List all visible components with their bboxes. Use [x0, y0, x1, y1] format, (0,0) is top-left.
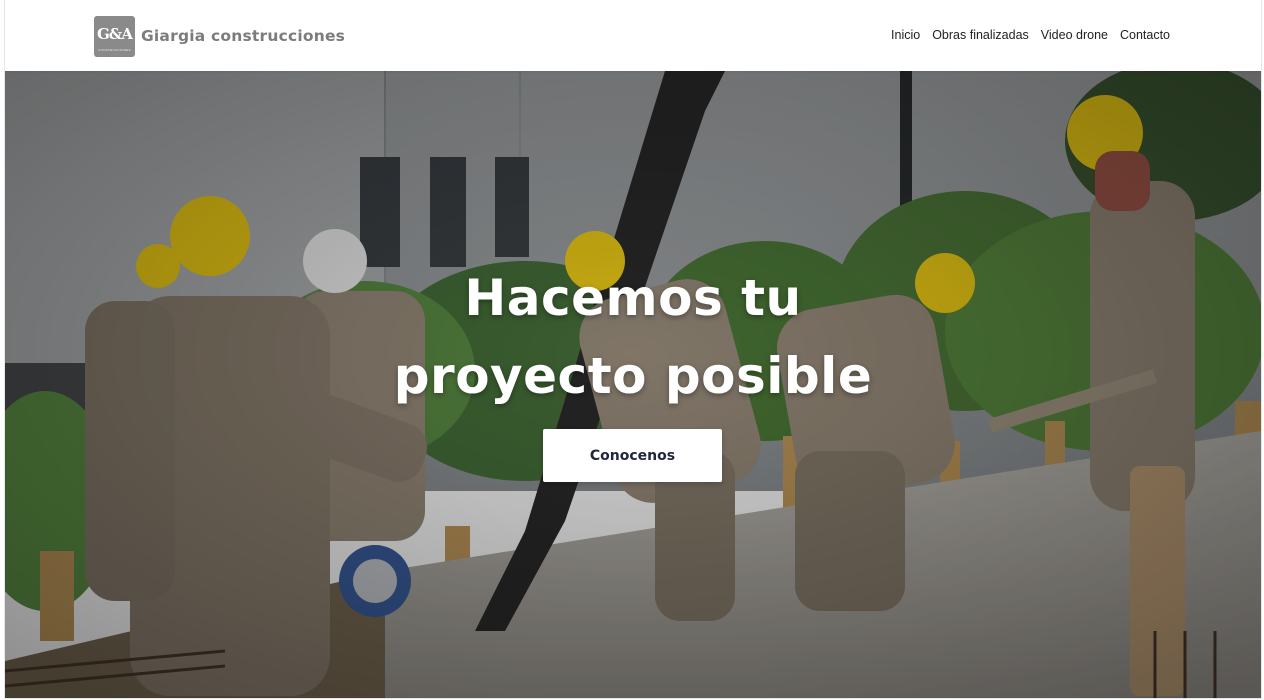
nav-obras-finalizadas[interactable]: Obras finalizadas [932, 26, 1029, 44]
hero-title: Hacemos tu proyecto posible [5, 259, 1261, 415]
logo: G&A CONSTRUCCIONES [94, 15, 135, 57]
nav-contacto[interactable]: Contacto [1120, 26, 1170, 44]
conocenos-button[interactable]: Conocenos [543, 429, 722, 482]
brand-link[interactable]: G&A CONSTRUCCIONES Giargia construccione… [94, 15, 345, 57]
nav-inicio[interactable]: Inicio [891, 26, 920, 44]
hero-title-line-2: proyecto posible [393, 346, 873, 405]
logo-subtitle: CONSTRUCCIONES [98, 47, 131, 52]
main-nav: Inicio Obras finalizadas Video drone Con… [879, 26, 1170, 44]
browser-page: G&A CONSTRUCCIONES Giargia construccione… [4, 0, 1262, 699]
brand-name: Giargia construcciones [141, 27, 346, 45]
site-header: G&A CONSTRUCCIONES Giargia construccione… [5, 0, 1261, 71]
logo-letters: G&A [97, 25, 133, 43]
hero-title-line-1: Hacemos tu [464, 268, 802, 327]
hero-section: Hacemos tu proyecto posible Conocenos [5, 71, 1261, 698]
nav-video-drone[interactable]: Video drone [1041, 26, 1108, 44]
